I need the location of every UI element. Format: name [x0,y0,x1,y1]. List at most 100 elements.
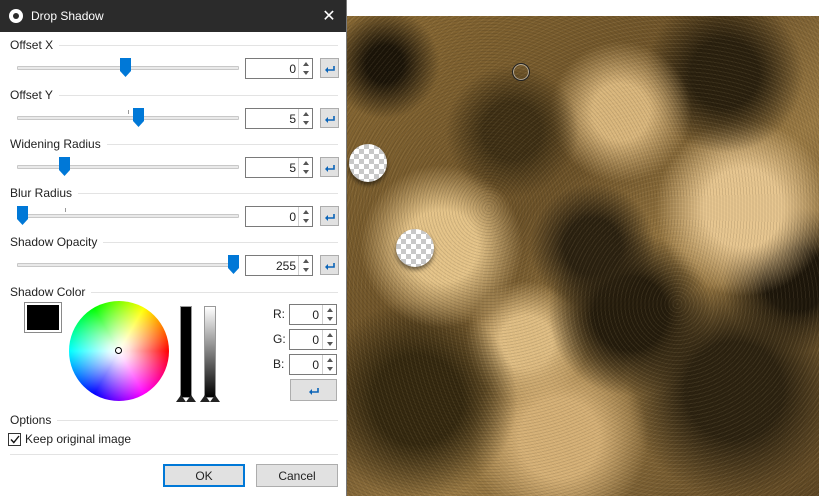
spin-down-button[interactable] [323,314,336,323]
spin-up-button[interactable] [323,355,336,364]
shadow-opacity-spinner[interactable] [298,256,312,275]
value-bar[interactable] [180,306,192,398]
widening-radius-label: Widening Radius [10,137,107,151]
blue-input[interactable]: 0 [289,354,337,375]
widening-radius-slider-thumb[interactable] [59,157,71,176]
offset-x-label: Offset X [10,38,60,52]
red-input[interactable]: 0 [289,304,337,325]
spin-up-button[interactable] [299,109,312,118]
offset-y-section: Offset Y 5 [10,88,339,138]
offset-y-value: 5 [289,112,296,126]
offset-x-spinner[interactable] [298,59,312,78]
green-value: 0 [312,333,319,347]
spin-down-button[interactable] [323,364,336,373]
alpha-bar-handle-icon[interactable] [210,395,220,402]
blur-radius-input[interactable]: 0 [245,206,313,227]
chevron-down-icon [326,341,333,346]
spin-up-button[interactable] [323,330,336,339]
offset-y-spinner[interactable] [298,109,312,128]
alpha-bar-handle-icon[interactable] [200,395,210,402]
spin-down-button[interactable] [299,216,312,225]
widening-radius-value: 5 [289,161,296,175]
close-button[interactable]: ✕ [312,0,346,32]
green-spinner[interactable] [322,330,336,349]
keep-original-checkbox-row[interactable]: Keep original image [8,432,131,446]
blur-radius-spinner[interactable] [298,207,312,226]
cancel-button[interactable]: Cancel [256,464,338,487]
color-reset-button[interactable] [290,379,337,401]
red-spinner[interactable] [322,305,336,324]
offset-x-slider-thumb[interactable] [120,58,132,77]
offset-y-input[interactable]: 5 [245,108,313,129]
section-divider [10,45,338,46]
ok-button[interactable]: OK [163,464,245,487]
chevron-down-icon [326,316,333,321]
offset-x-reset-button[interactable] [320,58,339,78]
green-input[interactable]: 0 [289,329,337,350]
spin-down-button[interactable] [299,167,312,176]
widening-radius-input[interactable]: 5 [245,157,313,178]
shadow-opacity-reset-button[interactable] [320,255,339,275]
blue-label: B: [273,357,285,371]
spin-up-button[interactable] [299,158,312,167]
color-wheel-cursor[interactable] [115,347,122,354]
chevron-down-icon [326,366,333,371]
footer-divider [10,454,338,455]
offset-x-input[interactable]: 0 [245,58,313,79]
section-divider [10,420,338,421]
blue-value: 0 [312,358,319,372]
shadow-opacity-value: 255 [275,259,296,273]
spin-up-button[interactable] [299,207,312,216]
undo-arrow-icon [324,213,335,221]
options-section: Options [10,413,338,433]
title-bar[interactable]: Drop Shadow ✕ [0,0,346,32]
checkmark-icon [9,435,20,444]
blur-radius-reset-button[interactable] [320,206,339,226]
spin-up-button[interactable] [323,305,336,314]
color-swatch[interactable] [24,302,62,333]
value-bar-handle-icon[interactable] [176,395,186,402]
shadow-opacity-slider-thumb[interactable] [228,255,239,274]
spin-up-button[interactable] [299,256,312,265]
drop-shadow-dialog: Drop Shadow ✕ Offset X 0 Offset Y 5 Wide… [0,0,347,496]
image-canvas[interactable] [347,16,819,496]
dialog-title: Drop Shadow [31,9,104,23]
chevron-down-icon [302,120,309,125]
widening-radius-spinner[interactable] [298,158,312,177]
shadow-opacity-slider-track[interactable] [17,263,239,267]
red-label: R: [273,307,285,321]
blur-radius-section: Blur Radius 0 [10,186,339,236]
offset-y-slider-thumb[interactable] [133,108,145,127]
alpha-bar[interactable] [204,306,216,398]
red-value: 0 [312,308,319,322]
chevron-down-icon [302,70,309,75]
chevron-up-icon [302,209,309,214]
blue-spinner[interactable] [322,355,336,374]
keep-original-checkbox[interactable] [8,432,21,446]
transparent-hole [349,144,387,182]
spin-down-button[interactable] [323,339,336,348]
spin-up-button[interactable] [299,59,312,68]
shadow-opacity-section: Shadow Opacity 255 [10,235,339,285]
offset-y-reset-button[interactable] [320,108,339,128]
blur-radius-slider-thumb[interactable] [17,206,28,225]
shadow-opacity-label: Shadow Opacity [10,235,104,249]
slider-tick [65,208,66,212]
slider-tick [128,110,129,114]
blur-radius-slider-track[interactable] [17,208,239,218]
chevron-up-icon [302,111,309,116]
spin-down-button[interactable] [299,118,312,127]
shadow-opacity-input[interactable]: 255 [245,255,313,276]
keep-original-label: Keep original image [25,432,132,446]
widening-radius-reset-button[interactable] [320,157,339,177]
widening-radius-slider-track[interactable] [17,165,239,169]
blur-radius-label: Blur Radius [10,186,79,200]
spin-down-button[interactable] [299,265,312,274]
value-bar-handle-icon[interactable] [186,395,196,402]
blur-radius-value: 0 [289,210,296,224]
offset-y-slider-track[interactable] [17,110,239,120]
undo-arrow-icon [308,387,319,395]
spin-down-button[interactable] [299,68,312,77]
undo-arrow-icon [324,65,335,73]
ok-button-label: OK [195,468,213,483]
